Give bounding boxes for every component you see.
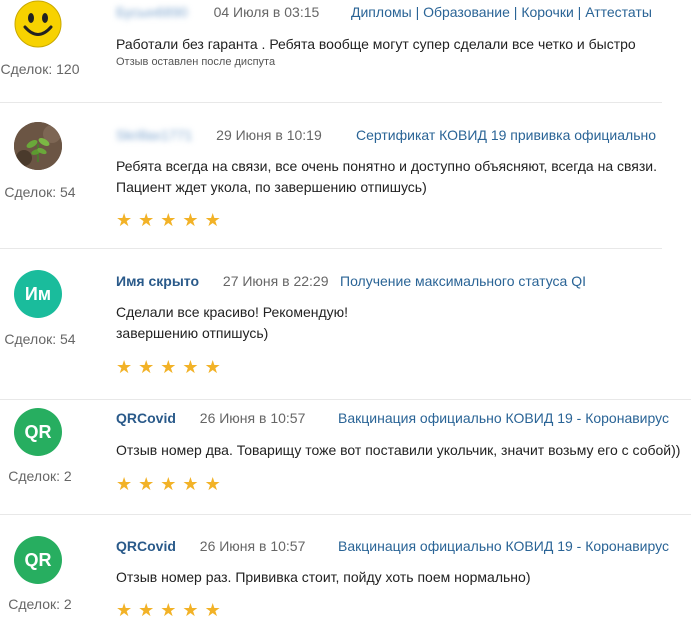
deals-count: Сделок: 120 <box>0 61 80 77</box>
review-text: Работали без гаранта . Ребята вообще мог… <box>116 36 636 52</box>
star-icon: ★ <box>204 357 221 377</box>
review-meta: QRCovid 26 Июня в 10:57 <box>116 410 305 426</box>
avatar[interactable] <box>14 0 62 48</box>
star-icon: ★ <box>160 600 177 620</box>
star-icon: ★ <box>204 600 221 620</box>
star-icon: ★ <box>160 474 177 494</box>
service-links: Дипломы | Образование | Корочки | Аттест… <box>351 4 652 20</box>
service-links: Получение максимального статуса QI <box>340 273 586 289</box>
star-icon: ★ <box>138 210 155 230</box>
service-link[interactable]: Получение максимального статуса QI <box>340 273 586 289</box>
deals-count: Сделок: 2 <box>8 596 72 612</box>
author-link[interactable]: Skrillax1771 <box>116 127 192 143</box>
author-link[interactable]: QRCovid <box>116 538 176 554</box>
author-link[interactable]: Имя скрыто <box>116 273 199 289</box>
review-text: Отзыв номер два. Товарищу тоже вот поста… <box>116 442 681 458</box>
rating-stars: ★ ★ ★ ★ ★ <box>116 211 221 229</box>
review-text: Сделали все красиво! Рекомендую! заверше… <box>116 304 349 341</box>
star-icon: ★ <box>204 210 221 230</box>
star-icon: ★ <box>138 474 155 494</box>
review-text: Отзыв номер раз. Прививка стоит, пойду х… <box>116 569 531 585</box>
service-link[interactable]: Корочки <box>521 4 573 20</box>
service-links: Вакцинация официально КОВИД 19 - Коронав… <box>338 538 669 554</box>
review-text: Ребята всегда на связи, все очень понятн… <box>116 158 658 195</box>
divider <box>0 248 662 249</box>
review-meta: QRCovid 26 Июня в 10:57 <box>116 538 305 554</box>
star-icon: ★ <box>116 600 133 620</box>
star-icon: ★ <box>116 210 133 230</box>
rating-stars: ★ ★ ★ ★ ★ <box>116 358 221 376</box>
plant-photo-icon <box>14 122 62 170</box>
divider <box>0 399 691 400</box>
star-icon: ★ <box>138 357 155 377</box>
avatar-initials: QR <box>24 421 52 442</box>
star-icon: ★ <box>160 210 177 230</box>
star-icon: ★ <box>160 357 177 377</box>
review-date: 26 Июня в 10:57 <box>199 410 306 426</box>
avatar[interactable] <box>14 122 62 170</box>
star-icon: ★ <box>182 357 199 377</box>
review-meta: Бусын6890 04 Июля в 03:15 <box>116 4 319 20</box>
service-link[interactable]: Аттестаты <box>585 4 652 20</box>
avatar[interactable]: QR <box>14 408 62 456</box>
avatar[interactable]: Им <box>14 270 62 318</box>
star-icon: ★ <box>116 357 133 377</box>
deals-count: Сделок: 2 <box>8 468 72 484</box>
avatar-initials: QR <box>24 549 52 570</box>
dispute-note: Отзыв оставлен после диспута <box>116 56 276 68</box>
review-date: 27 Июня в 22:29 <box>222 273 329 289</box>
star-icon: ★ <box>182 210 199 230</box>
service-link[interactable]: Образование <box>423 4 510 20</box>
star-icon: ★ <box>182 474 199 494</box>
author-link[interactable]: Бусын6890 <box>116 4 188 20</box>
review-date: 29 Июня в 10:19 <box>216 127 322 143</box>
service-link[interactable]: Вакцинация официально КОВИД 19 - Коронав… <box>338 538 669 554</box>
deals-count: Сделок: 54 <box>4 331 76 347</box>
rating-stars: ★ ★ ★ ★ ★ <box>116 475 221 493</box>
review-date: 04 Июля в 03:15 <box>213 4 320 20</box>
service-link[interactable]: Сертификат КОВИД 19 прививка официально <box>356 127 656 143</box>
star-icon: ★ <box>204 474 221 494</box>
star-icon: ★ <box>182 600 199 620</box>
avatar-initials: Им <box>24 283 52 304</box>
deals-count: Сделок: 54 <box>4 184 76 200</box>
smiley-face-icon <box>14 0 62 48</box>
service-link[interactable]: Вакцинация официально КОВИД 19 - Коронав… <box>338 410 669 426</box>
review-meta: Имя скрыто 27 Июня в 22:29 <box>116 273 329 289</box>
divider <box>0 102 662 103</box>
service-links: Вакцинация официально КОВИД 19 - Коронав… <box>338 410 669 426</box>
service-link[interactable]: Дипломы <box>351 4 412 20</box>
review-date: 26 Июня в 10:57 <box>199 538 306 554</box>
avatar[interactable]: QR <box>14 536 62 584</box>
author-link[interactable]: QRCovid <box>116 410 176 426</box>
rating-stars: ★ ★ ★ ★ ★ <box>116 601 221 619</box>
service-links: Сертификат КОВИД 19 прививка официально <box>356 127 656 143</box>
divider <box>0 514 691 515</box>
star-icon: ★ <box>116 474 133 494</box>
review-meta: Skrillax1771 29 Июня в 10:19 <box>116 127 322 143</box>
star-icon: ★ <box>138 600 155 620</box>
